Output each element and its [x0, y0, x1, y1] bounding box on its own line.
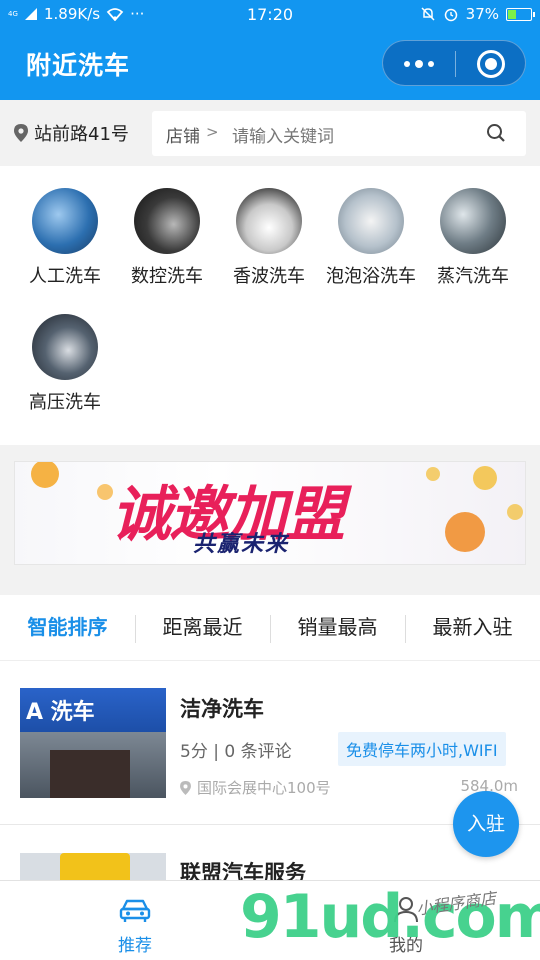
location-search-row: 站前路41号 店铺 > 请输入关键词	[0, 100, 540, 166]
shop-sign: A 洗车	[20, 688, 166, 732]
miniprogram-capsule	[382, 40, 526, 86]
bottom-nav: 推荐 我的	[0, 880, 540, 960]
battery-fill	[508, 9, 516, 19]
status-bar: 4G 1.89K/s ··· 17:20 37%	[0, 0, 540, 30]
user-icon	[394, 897, 418, 923]
shop-rating: 5分 | 0 条评论	[180, 742, 292, 762]
cnc-wash-photo-icon	[134, 188, 200, 254]
banner-section: 诚邀加盟 共赢未来	[0, 445, 540, 595]
alarm-icon	[444, 8, 457, 22]
tab-best-selling[interactable]: 销量最高	[270, 595, 405, 661]
search-icon[interactable]	[486, 123, 506, 143]
category-item[interactable]: 数控洗车	[115, 188, 219, 288]
join-button[interactable]: 入驻	[453, 791, 519, 857]
tab-smart-sort[interactable]: 智能排序	[0, 595, 135, 661]
category-item[interactable]: 高压洗车	[13, 314, 117, 414]
bubble-wash-photo-icon	[338, 188, 404, 254]
shop-list: A 洗车 洁净洗车 5分 | 0 条评论 免费停车两小时,WIFI 国际会展中心…	[0, 661, 540, 881]
category-item[interactable]: 香波洗车	[217, 188, 321, 288]
franchise-banner[interactable]: 诚邀加盟 共赢未来	[14, 461, 526, 565]
close-miniprogram-icon[interactable]	[477, 50, 505, 78]
battery-icon	[506, 7, 535, 21]
location-pin-icon	[180, 780, 191, 795]
shop-thumbnail	[20, 853, 166, 881]
capsule-divider	[455, 51, 456, 77]
shop-address: 国际会展中心100号	[180, 777, 331, 798]
category-item[interactable]: 人工洗车	[13, 188, 117, 288]
steam-wash-photo-icon	[440, 188, 506, 254]
shop-thumbnail: A 洗车	[20, 688, 166, 798]
more-dot-icon	[415, 60, 423, 68]
battery-percent: 37%	[465, 5, 499, 23]
shop-entrance	[50, 750, 130, 798]
category-grid: 人工洗车 数控洗车 香波洗车 泡泡浴洗车 蒸汽洗车 高压洗车	[0, 166, 540, 445]
nav-label: 推荐	[118, 936, 152, 956]
list-item[interactable]: A 洗车 洁净洗车 5分 | 0 条评论 免费停车两小时,WIFI 国际会展中心…	[0, 661, 540, 825]
category-label: 高压洗车	[29, 392, 101, 413]
nav-mine[interactable]: 我的	[336, 881, 476, 960]
category-label: 蒸汽洗车	[437, 266, 509, 287]
nav-label: 我的	[389, 936, 423, 956]
shop-tag: 免费停车两小时,WIFI	[338, 732, 506, 766]
location-pin-icon	[14, 124, 28, 142]
status-right: 37%	[420, 5, 535, 23]
shop-address-text: 国际会展中心100号	[197, 779, 331, 797]
tab-newest[interactable]: 最新入驻	[405, 595, 540, 661]
shop-name: 联盟汽车服务	[180, 861, 306, 881]
tab-nearest[interactable]: 距离最近	[135, 595, 270, 661]
category-label: 数控洗车	[131, 266, 203, 287]
location-address: 站前路41号	[34, 124, 129, 145]
more-dot-icon	[404, 61, 410, 67]
category-item[interactable]: 蒸汽洗车	[421, 188, 525, 288]
page-title: 附近洗车	[26, 51, 131, 80]
sort-tabs: 智能排序 距离最近 销量最高 最新入驻	[0, 595, 540, 661]
more-menu-button[interactable]	[383, 41, 455, 87]
chevron-right-icon: >	[206, 123, 219, 141]
shop-name: 洁净洗车	[180, 697, 264, 721]
high-pressure-wash-photo-icon	[32, 314, 98, 380]
search-input[interactable]: 请输入关键词	[232, 122, 334, 147]
search-bar[interactable]: 店铺 > 请输入关键词	[152, 111, 526, 156]
more-dot-icon	[428, 61, 434, 67]
search-scope-selector[interactable]: 店铺	[166, 122, 200, 147]
nav-recommend[interactable]: 推荐	[65, 881, 205, 960]
category-label: 香波洗车	[233, 266, 305, 287]
shampoo-wash-photo-icon	[236, 188, 302, 254]
title-bar: 附近洗车	[0, 30, 540, 100]
manual-wash-photo-icon	[32, 188, 98, 254]
banner-subline: 共赢未来	[193, 532, 290, 557]
category-label: 人工洗车	[29, 266, 101, 287]
car-icon	[119, 899, 151, 922]
shop-photo-car	[60, 853, 130, 881]
category-item[interactable]: 泡泡浴洗车	[319, 188, 423, 288]
mute-bell-icon	[421, 7, 435, 21]
location-selector[interactable]: 站前路41号	[14, 120, 129, 146]
category-label: 泡泡浴洗车	[326, 266, 416, 287]
shop-sign-text: A 洗车	[26, 700, 95, 725]
